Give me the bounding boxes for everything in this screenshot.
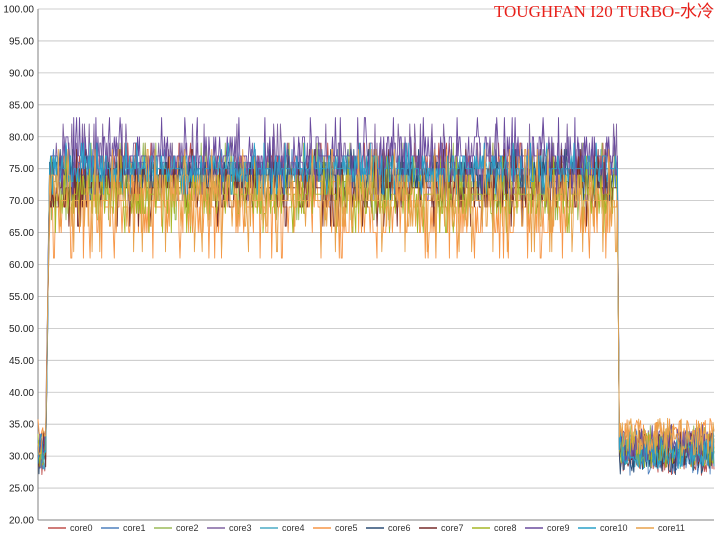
legend-label: core10 [600,523,628,533]
legend-label: core7 [441,523,464,533]
legend-label: core8 [494,523,517,533]
legend-label: core6 [388,523,411,533]
y-tick-label: 50.00 [9,324,34,335]
y-tick-label: 90.00 [9,68,34,79]
legend-label: core2 [176,523,199,533]
y-tick-label: 65.00 [9,228,34,239]
legend-label: core4 [282,523,305,533]
legend-label: core3 [229,523,252,533]
legend-label: core1 [123,523,146,533]
y-tick-label: 25.00 [9,484,34,495]
y-tick-label: 35.00 [9,420,34,431]
y-tick-label: 55.00 [9,292,34,303]
y-tick-label: 95.00 [9,36,34,47]
y-tick-label: 20.00 [9,516,34,527]
y-tick-label: 85.00 [9,100,34,111]
legend-label: core9 [547,523,570,533]
legend-label: core0 [70,523,93,533]
y-tick-label: 45.00 [9,356,34,367]
legend-label: core11 [658,523,685,533]
y-tick-label: 40.00 [9,388,34,399]
chart-svg: 20.00 25.00 30.00 35.00 40.00 45.00 50.00 55.00… [0,0,720,541]
y-tick-label: 60.00 [9,260,34,271]
y-tick-label: 70.00 [9,196,34,207]
chart-title: TOUGHFAN I20 TURBO-水冷 [494,2,714,21]
y-tick-label: 30.00 [9,452,34,463]
legend-label: core5 [335,523,358,533]
y-tick-label: 100.00 [3,5,34,16]
y-tick-label: 75.00 [9,164,34,175]
chart-background [0,0,720,541]
y-tick-label: 80.00 [9,132,34,143]
